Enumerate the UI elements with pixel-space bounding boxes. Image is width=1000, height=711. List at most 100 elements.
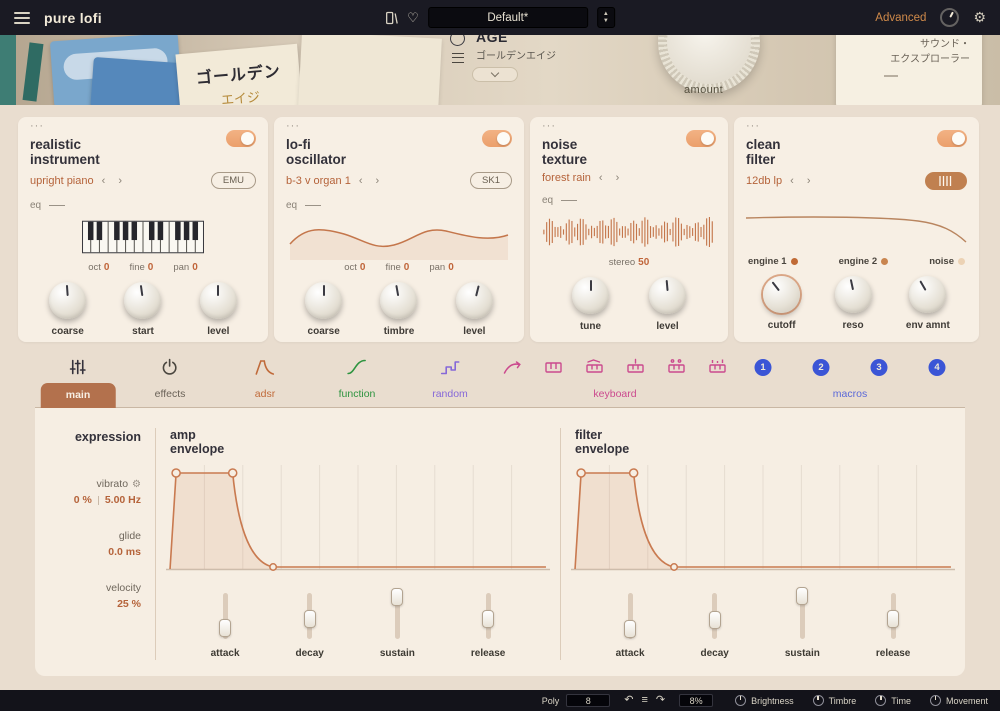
macro-brightness[interactable]: Brightness [735, 695, 794, 706]
tab-main[interactable]: main [41, 356, 116, 407]
engine-badge[interactable]: EMU [211, 172, 256, 189]
expression-section: expression vibrato ⚙ 0 % 5.00 Hz glide 0… [35, 424, 155, 676]
macro-movement[interactable]: Movement [930, 695, 988, 706]
macro-knob-icon [813, 695, 824, 706]
preset-pack-banner[interactable]: ゴールデン エイジ AGE ゴールデンエイジ amount サウンド・ エクスプ… [0, 35, 1000, 105]
cpu-meter[interactable]: 8% [679, 694, 713, 707]
sound-explorer-card[interactable]: サウンド・ エクスプローラー [836, 35, 982, 105]
module-toggle[interactable] [226, 130, 256, 147]
module-realistic-instrument: ··· realistic instrument upright piano ‹… [18, 117, 268, 342]
macro-4-icon[interactable]: 4 [929, 359, 946, 376]
cutoff-knob[interactable] [763, 276, 800, 313]
module-title: clean filter [746, 137, 967, 167]
coarse-knob[interactable] [305, 282, 342, 319]
banner-expand-chevron[interactable] [472, 67, 518, 82]
preset-arrows-icon[interactable]: ‹ › [359, 175, 384, 187]
vibrato-settings-gear-icon[interactable]: ⚙ [132, 479, 141, 490]
module-menu-dots-icon[interactable]: ··· [286, 120, 300, 132]
poly-value-box[interactable]: 8 [566, 694, 610, 707]
param-value[interactable]: 0 [104, 262, 110, 273]
velocity-value[interactable]: 25 % [117, 598, 141, 610]
tune-knob[interactable] [572, 277, 609, 314]
param-value[interactable]: 0 [192, 262, 198, 273]
engine1-dot[interactable] [791, 258, 798, 265]
preset-arrows-icon[interactable]: ‹ › [599, 172, 624, 184]
eq-section-label[interactable]: eq [542, 195, 716, 206]
filter-envelope-graph[interactable] [571, 465, 955, 577]
module-toggle[interactable] [937, 130, 967, 147]
redo-icon[interactable]: ↷ [656, 695, 665, 706]
advanced-button[interactable]: Advanced [875, 12, 926, 24]
module-toggle[interactable] [686, 130, 716, 147]
menu-icon[interactable] [14, 12, 30, 24]
preset-prev-next-arrows[interactable]: ▲ ▼ [597, 7, 615, 28]
module-title: lo-fi oscillator [286, 137, 512, 167]
eq-section-label[interactable]: eq [286, 200, 512, 211]
topbar: pure lofi ♡ Default* ▲ ▼ Advanced ⚙ [0, 0, 1000, 35]
module-preset[interactable]: forest rain [542, 172, 591, 184]
sustain-slider[interactable] [800, 593, 805, 639]
start-knob[interactable] [124, 282, 161, 319]
release-slider[interactable] [891, 593, 896, 639]
undo-icon[interactable]: ↶ [624, 695, 633, 706]
module-preset[interactable]: upright piano [30, 175, 94, 187]
level-knob[interactable] [649, 277, 686, 314]
amp-envelope-graph[interactable] [166, 465, 550, 577]
module-toggle[interactable] [482, 130, 512, 147]
preset-selector[interactable]: Default* [428, 7, 588, 28]
timbre-knob[interactable] [380, 282, 417, 319]
attack-slider[interactable] [223, 593, 228, 639]
env-amount-knob[interactable] [909, 276, 946, 313]
module-menu-dots-icon[interactable]: ··· [746, 120, 760, 132]
engine2-dot[interactable] [881, 258, 888, 265]
chevron-down-icon [491, 69, 499, 77]
master-volume-knob[interactable] [940, 8, 959, 27]
decay-slider[interactable] [712, 593, 717, 639]
filter-keyboard-badge[interactable] [925, 172, 967, 190]
tab-macros[interactable]: 1 2 3 4 macros [755, 356, 946, 407]
sustain-slider[interactable] [395, 593, 400, 639]
level-knob[interactable] [456, 282, 493, 319]
module-menu-dots-icon[interactable]: ··· [542, 120, 556, 132]
glide-label: glide [119, 530, 141, 542]
coarse-knob[interactable] [49, 282, 86, 319]
tab-adsr[interactable]: adsr [255, 356, 275, 407]
reso-knob[interactable] [835, 276, 872, 313]
macro-knob-icon [735, 695, 746, 706]
macro-1-icon[interactable]: 1 [755, 359, 772, 376]
chord-keys-icon [667, 358, 687, 376]
macro-timbre[interactable]: Timbre [813, 695, 857, 706]
param-value[interactable]: 0 [148, 262, 154, 273]
engine-badge[interactable]: SK1 [470, 172, 512, 189]
favorite-heart-icon[interactable]: ♡ [407, 11, 419, 24]
decay-slider[interactable] [307, 593, 312, 639]
arrow-up-icon[interactable]: ▲ [603, 11, 609, 18]
arrow-down-icon[interactable]: ▼ [603, 18, 609, 25]
macro-3-icon[interactable]: 3 [871, 359, 888, 376]
vibrato-depth-value[interactable]: 0 % [74, 494, 92, 506]
history-list-icon[interactable]: ≡ [641, 695, 647, 706]
tab-random[interactable]: random [432, 356, 468, 407]
tab-keyboard[interactable]: keyboard [503, 356, 728, 407]
release-slider[interactable] [486, 593, 491, 639]
tab-effects[interactable]: effects [155, 356, 186, 407]
module-menu-dots-icon[interactable]: ··· [30, 120, 44, 132]
eq-section-label[interactable]: eq [30, 200, 256, 211]
library-icon[interactable] [385, 11, 398, 25]
preset-arrows-icon[interactable]: ‹ › [790, 175, 815, 187]
module-preset[interactable]: b-3 v organ 1 [286, 175, 351, 187]
tab-bar: main effects adsr function random [35, 356, 965, 408]
level-knob[interactable] [200, 282, 237, 319]
noise-dot[interactable] [958, 258, 965, 265]
tab-function[interactable]: function [339, 356, 376, 407]
app-title: pure lofi [44, 10, 102, 26]
vibrato-rate-value[interactable]: 5.00 Hz [105, 494, 141, 506]
macro-time[interactable]: Time [875, 695, 911, 706]
settings-gear-icon[interactable]: ⚙ [973, 9, 986, 26]
glide-value[interactable]: 0.0 ms [108, 546, 141, 558]
attack-slider[interactable] [628, 593, 633, 639]
module-preset[interactable]: 12db lp [746, 175, 782, 187]
macro-2-icon[interactable]: 2 [813, 359, 830, 376]
power-icon [161, 356, 179, 376]
preset-arrows-icon[interactable]: ‹ › [102, 175, 127, 187]
